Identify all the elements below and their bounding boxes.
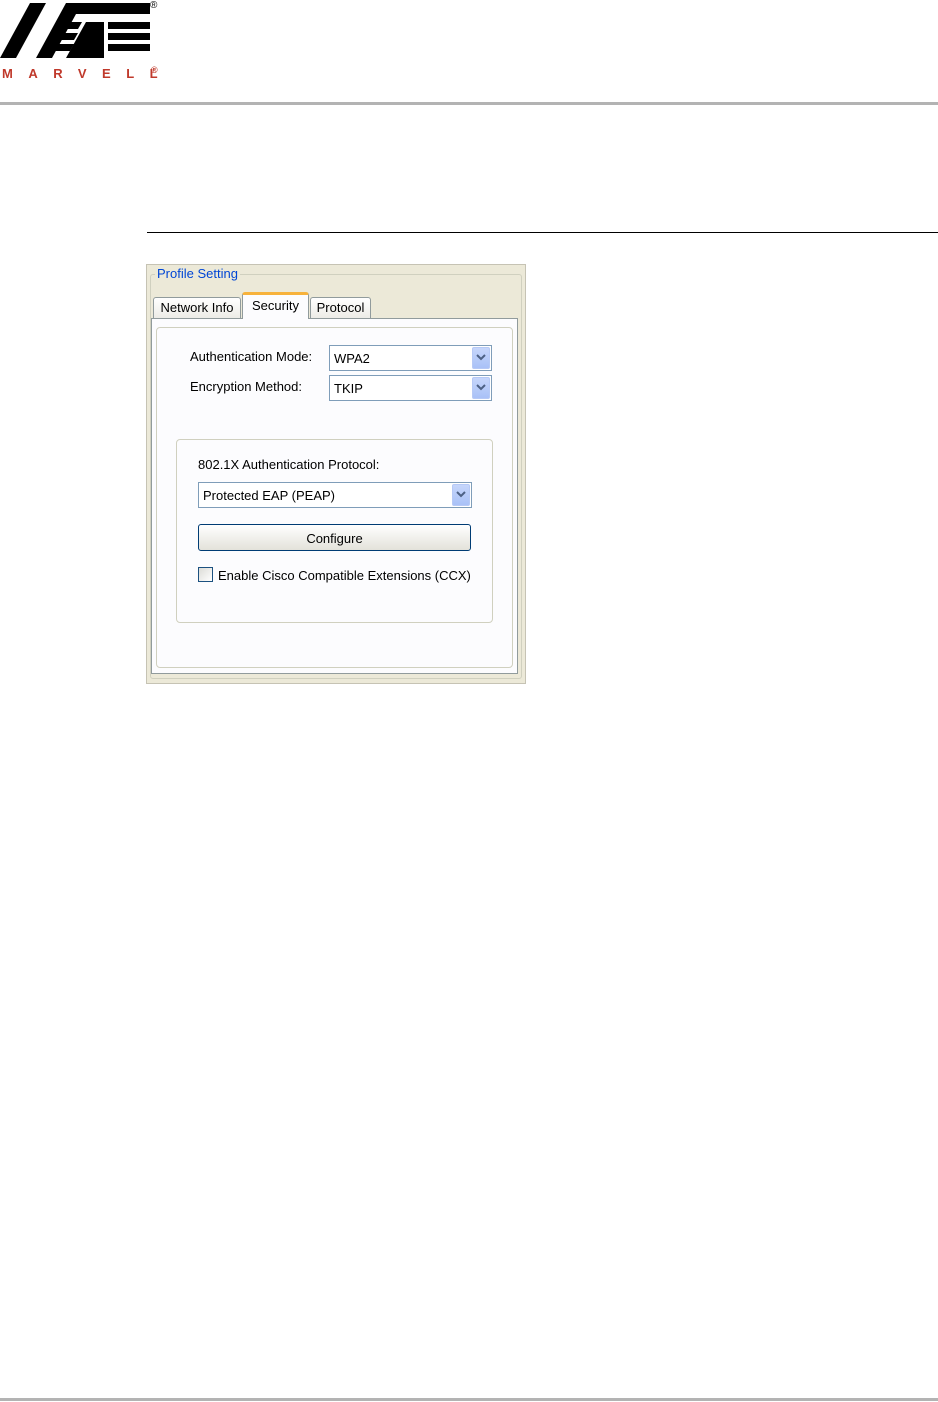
auth-mode-label: Authentication Mode: [190,349,313,364]
profile-setting-dialog: Profile Setting Network Info Security Pr… [146,264,526,684]
tab-security[interactable]: Security [242,292,309,319]
ccx-checkbox[interactable] [198,567,213,582]
encryption-method-value: TKIP [334,381,363,396]
logo-wordmark: MARVELL [2,66,174,81]
encryption-dropdown-button[interactable] [472,377,490,399]
eap-protocol-value: Protected EAP (PEAP) [203,488,335,503]
eap-protocol-label: 802.1X Authentication Protocol: [198,457,380,472]
footer-divider [0,1398,938,1401]
chevron-down-icon [456,491,466,498]
tab-protocol[interactable]: Protocol [310,297,371,319]
eap-protocol-select[interactable]: Protected EAP (PEAP) [198,482,472,508]
tab-network-info[interactable]: Network Info [153,297,241,319]
auth-mode-value: WPA2 [334,351,370,366]
eap-protocol-dropdown-button[interactable] [452,484,470,506]
marvell-logo: ® MARVELL ® [0,0,160,90]
header-divider [0,102,938,105]
chevron-down-icon [476,354,486,361]
chevron-down-icon [476,384,486,391]
auth-mode-dropdown-button[interactable] [472,347,490,369]
wordmark-registered-mark: ® [151,65,158,75]
section-divider [147,232,938,233]
marvell-logo-icon [0,3,150,58]
encryption-method-label: Encryption Method: [190,379,303,394]
auth-mode-select[interactable]: WPA2 [329,345,492,371]
configure-button[interactable]: Configure [198,524,471,551]
group-title: Profile Setting [155,266,240,281]
ccx-label[interactable]: Enable Cisco Compatible Extensions (CCX) [218,568,471,583]
registered-mark: ® [150,0,158,11]
encryption-method-select[interactable]: TKIP [329,375,492,401]
